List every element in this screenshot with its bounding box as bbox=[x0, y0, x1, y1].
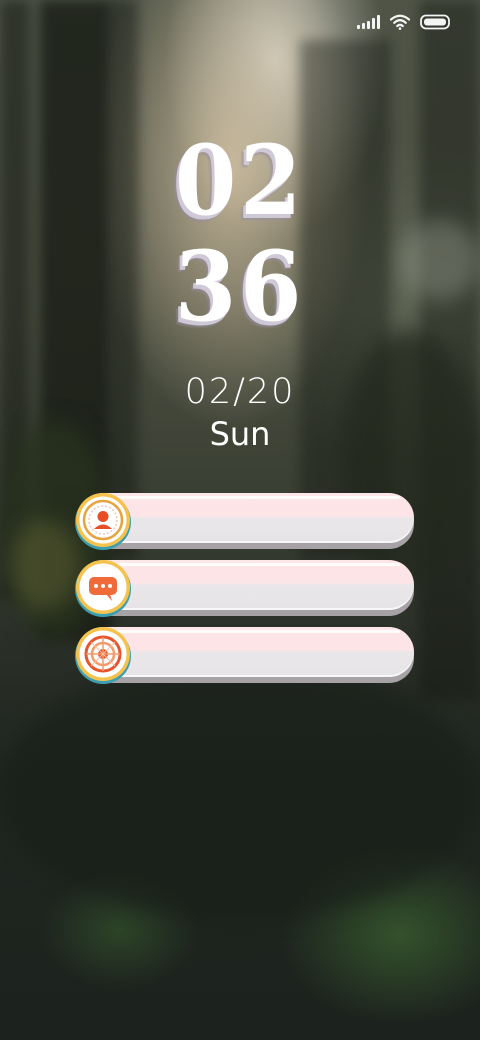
browser-icon[interactable] bbox=[74, 626, 132, 684]
clock-minute: 36 bbox=[174, 230, 306, 343]
signal-icon bbox=[357, 15, 380, 29]
shortcut-contacts[interactable] bbox=[75, 493, 414, 550]
lock-clock: 02 36 bbox=[19, 128, 461, 340]
status-bar bbox=[357, 14, 452, 30]
date-text: 02/20 bbox=[184, 372, 296, 412]
contacts-icon[interactable] bbox=[74, 492, 132, 550]
shortcut-messages[interactable] bbox=[75, 560, 414, 617]
shortcut-browser[interactable] bbox=[75, 627, 414, 684]
message-icon[interactable] bbox=[74, 559, 132, 617]
clock-hour: 02 bbox=[174, 124, 306, 237]
weekday-text: Sun bbox=[209, 415, 271, 453]
lock-screen: 02 36 02/20 Sun bbox=[0, 0, 480, 1040]
battery-icon bbox=[420, 14, 452, 30]
wifi-icon bbox=[390, 14, 410, 30]
